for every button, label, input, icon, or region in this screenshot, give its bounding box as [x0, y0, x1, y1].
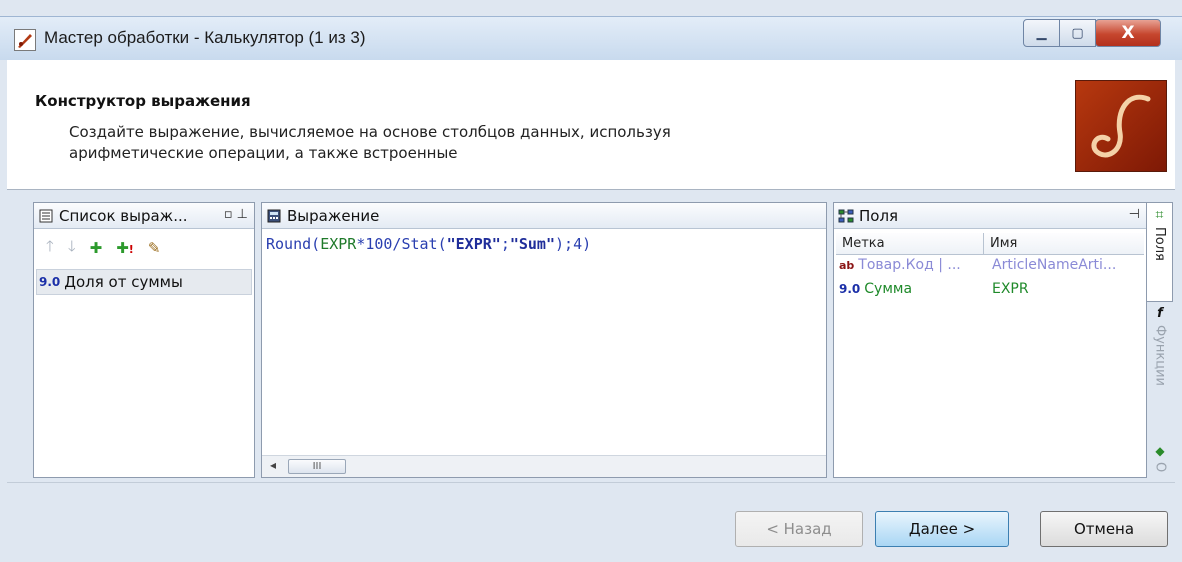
expression-editor-panel: Выражение Round(EXPR*100/Stat("EXPR";"Su… [261, 202, 827, 478]
fields-icon: ⌗ [1155, 207, 1164, 223]
expr-token: Round [266, 235, 312, 253]
fields-panel: Поля ⊣ Метка Имя ab Товар.Код | ... Artic… [833, 202, 1147, 478]
table-row[interactable]: 9.0 Сумма EXPR [836, 281, 1144, 303]
number-type-icon: 9.0 [39, 275, 61, 289]
fields-panel-header: Поля ⊣ [834, 203, 1146, 229]
add-icon[interactable]: ✚ [90, 239, 103, 257]
function-icon: f [1157, 306, 1163, 321]
list-item[interactable]: 9.0 Доля от суммы [36, 269, 252, 295]
side-tabs: ⌗ Поля f Функции ◆ О [1147, 202, 1173, 478]
content-area: Список выраж... ▫ ⊥ 🡑 🡓 ✚ ✚! ✎ 9.0 Доля … [7, 190, 1175, 482]
close-icon: X [1121, 23, 1135, 43]
edit-icon[interactable]: ✎ [148, 239, 161, 257]
text-type-icon: ab [839, 259, 855, 272]
expression-list-title: Список выраж... [59, 206, 188, 225]
expr-token: "Sum" [509, 235, 555, 253]
ops-icon: ◆ [1155, 444, 1165, 458]
expr-token: Stat [401, 235, 438, 253]
add-special-icon[interactable]: ✚! [116, 239, 134, 257]
field-label: Товар.Код | ... [858, 257, 961, 273]
cancel-button[interactable]: Отмена [1040, 511, 1168, 547]
expression-text-field[interactable]: Round(EXPR*100/Stat("EXPR";"Sum");4) [266, 235, 591, 253]
field-name-cell: ArticleNameArti... [992, 257, 1117, 273]
tab-operators[interactable]: ◆ О [1147, 444, 1173, 478]
table-row[interactable]: ab Товар.Код | ... ArticleNameArti... [836, 257, 1144, 279]
title-bar: Мастер обработки - Калькулятор (1 из 3) … [0, 16, 1182, 60]
close-button[interactable]: X [1095, 19, 1161, 47]
pin-icon[interactable]: ▫ ⊥ [224, 207, 248, 222]
field-label-cell: ab Товар.Код | ... [836, 257, 984, 279]
pin-icon[interactable]: ⊣ [1129, 207, 1140, 222]
expr-token: ( [437, 235, 447, 253]
tab-fields-label: Поля [1152, 227, 1167, 261]
field-label: Сумма [864, 281, 913, 297]
tab-operators-label: О [1152, 462, 1168, 473]
expr-token: *100/ [356, 235, 402, 253]
maximize-icon: ▢ [1071, 25, 1084, 41]
fields-icon [838, 208, 854, 224]
next-button[interactable]: Далее > [875, 511, 1009, 547]
scroll-left-icon[interactable]: ◂ [270, 458, 276, 472]
header-title: Конструктор выражения [35, 92, 251, 110]
minimize-button[interactable]: ▁ [1023, 19, 1060, 47]
field-label-cell: 9.0 Сумма [836, 281, 984, 303]
expr-token: 4 [573, 235, 583, 253]
tab-functions[interactable]: f Функции [1147, 304, 1173, 444]
expression-toolbar: 🡑 🡓 ✚ ✚! ✎ [34, 231, 254, 265]
minimize-icon: ▁ [1036, 25, 1047, 41]
expression-list-header: Список выраж... ▫ ⊥ [34, 203, 254, 229]
tab-fields[interactable]: ⌗ Поля [1147, 202, 1173, 302]
expr-token: "EXPR" [446, 235, 501, 253]
expr-token: ) [555, 235, 565, 253]
wizard-window: Мастер обработки - Калькулятор (1 из 3) … [0, 0, 1182, 562]
wizard-footer: < Назад Далее > Отмена [7, 482, 1175, 562]
app-icon [14, 29, 36, 51]
number-type-icon: 9.0 [839, 282, 861, 296]
wizard-header: Конструктор выражения Создайте выражение… [7, 60, 1175, 190]
expr-token: EXPR [320, 235, 357, 253]
expression-editor-title: Выражение [287, 206, 380, 225]
list-item-label: Доля от суммы [64, 273, 183, 291]
field-name-cell: EXPR [992, 281, 1029, 297]
horizontal-scrollbar[interactable]: ◂ III [262, 455, 826, 477]
list-icon [38, 208, 54, 224]
maximize-button[interactable]: ▢ [1059, 19, 1096, 47]
fields-panel-title: Поля [859, 206, 899, 225]
expression-list-panel: Список выраж... ▫ ⊥ 🡑 🡓 ✚ ✚! ✎ 9.0 Доля … [33, 202, 255, 478]
expr-token: ( [311, 235, 321, 253]
expr-token: ; [500, 235, 510, 253]
expression-editor-header: Выражение [262, 203, 826, 229]
column-header-label[interactable]: Метка [836, 233, 984, 254]
expr-token: ) [582, 235, 592, 253]
fields-table-header: Метка Имя [836, 233, 1144, 255]
tab-functions-label: Функции [1152, 325, 1168, 386]
back-button[interactable]: < Назад [735, 511, 863, 547]
expr-token: ; [564, 235, 574, 253]
column-header-name[interactable]: Имя [984, 233, 1017, 254]
move-up-icon[interactable]: 🡑 [46, 236, 54, 261]
move-down-icon[interactable]: 🡓 [68, 236, 76, 261]
calculator-logo-icon [1075, 80, 1167, 172]
calculator-icon [266, 208, 282, 224]
header-description: Создайте выражение, вычисляемое на основ… [69, 123, 671, 162]
scroll-thumb[interactable]: III [288, 459, 346, 474]
window-title: Мастер обработки - Калькулятор (1 из 3) [44, 28, 366, 47]
